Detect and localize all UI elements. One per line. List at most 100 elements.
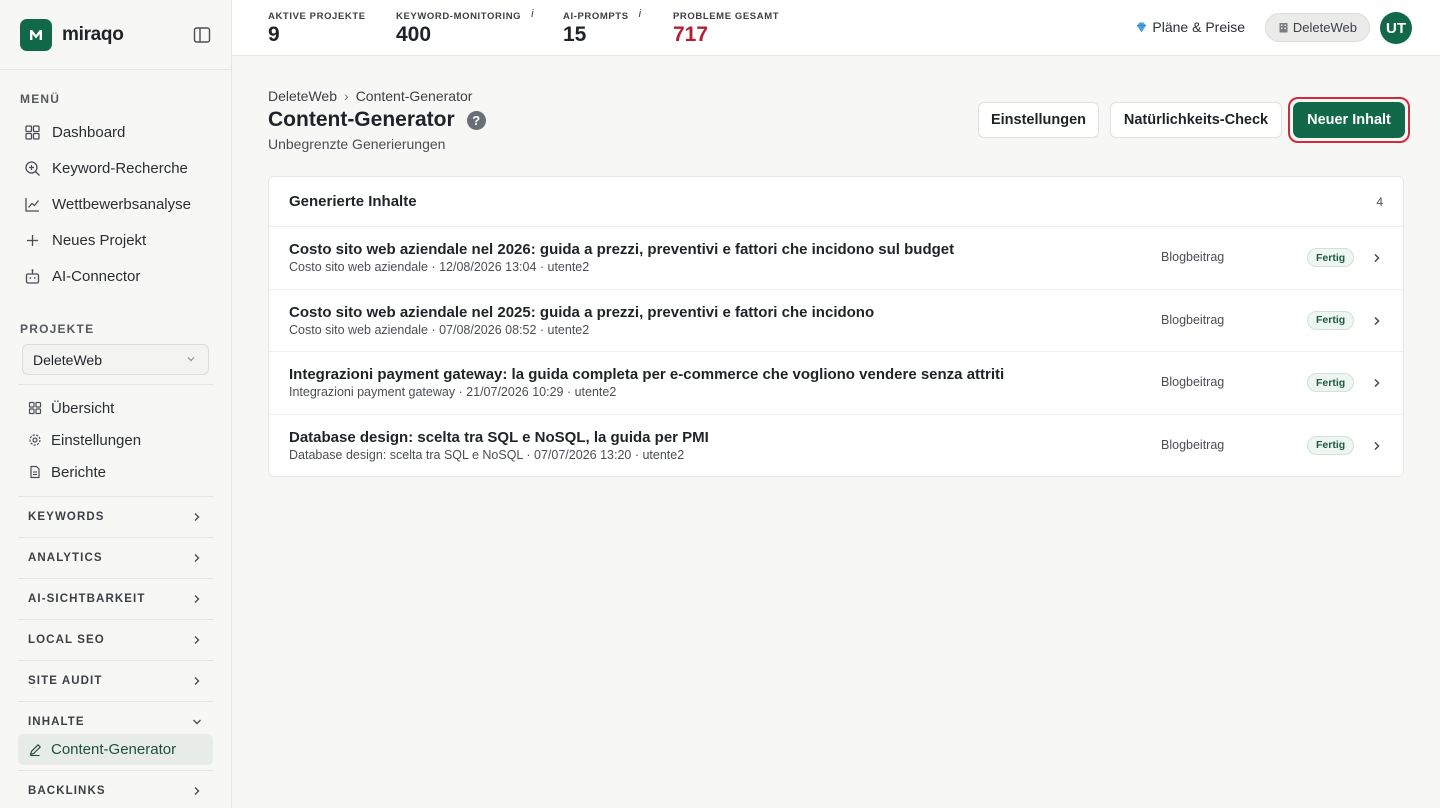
settings-button[interactable]: Einstellungen: [978, 102, 1099, 138]
content-title: Costo sito web aziendale nel 2026: guida…: [289, 241, 955, 258]
sidebar-toggle-icon[interactable]: [193, 26, 211, 44]
chevron-right-icon[interactable]: [1371, 252, 1383, 264]
group-analytics[interactable]: ANALYTICS: [18, 537, 213, 578]
content-meta: Integrazioni payment gateway · 21/07/202…: [289, 385, 617, 399]
grid-icon: [24, 124, 41, 141]
avatar[interactable]: UT: [1380, 12, 1412, 44]
grid-icon: [28, 401, 42, 415]
stat-label-text: PROBLEME GESAMT: [673, 11, 780, 22]
chevron-right-icon: [194, 595, 200, 603]
stat-value: 717: [673, 23, 709, 46]
building-icon: [1279, 23, 1288, 33]
menu-item-label: Wettbewerbsanalyse: [52, 195, 191, 213]
document-icon: [28, 465, 42, 479]
chevron-right-icon[interactable]: [1371, 377, 1383, 389]
group-ai-visibility[interactable]: AI-SICHTBARKEIT: [18, 578, 213, 619]
chevron-right-icon: [194, 513, 200, 521]
group-label: INHALTE: [28, 716, 85, 728]
status-badge: Fertig: [1307, 435, 1355, 455]
stat-label-text: KEYWORD-MONITORING: [396, 11, 522, 22]
content-meta: Costo sito web aziendale · 12/08/2026 13…: [289, 260, 590, 274]
sidebar-item-content-generator[interactable]: Content-Generator: [18, 734, 213, 765]
group-label: SITE AUDIT: [28, 675, 103, 687]
content-meta: Costo sito web aziendale · 07/08/2026 08…: [289, 322, 590, 337]
naturalness-check-button[interactable]: Natürlichkeits-Check: [1110, 102, 1282, 138]
chevron-down-icon: [193, 719, 201, 725]
search-plus-icon: [24, 160, 41, 177]
status-badge: Fertig: [1307, 373, 1355, 392]
content-title: Costo sito web aziendale nel 2025: guida…: [289, 303, 875, 321]
breadcrumb: DeleteWeb › Content-Generator: [268, 88, 472, 104]
generated-content-card: Generierte Inhalte 4 Costo sito web azie…: [268, 176, 1404, 477]
content-meta: Database design: scelta tra SQL e NoSQL …: [289, 447, 685, 462]
group-keywords[interactable]: KEYWORDS: [18, 496, 213, 537]
page-title-text: Content-Generator: [268, 108, 455, 131]
menu-item-keyword-research[interactable]: Keyword-Recherche: [14, 150, 217, 186]
menu-item-label: AI-Connector: [52, 267, 141, 285]
main-menu: Dashboard Keyword-Recherche Wettbewerbsa…: [14, 114, 217, 294]
chevron-down-icon: [187, 357, 195, 362]
group-label: KEYWORDS: [28, 511, 105, 523]
gear-icon: [28, 433, 42, 447]
workspace-name: DeleteWeb: [1292, 20, 1357, 35]
chevron-right-icon[interactable]: [1371, 440, 1383, 452]
plans-pricing-link[interactable]: Pläne & Preise: [1135, 19, 1245, 35]
chevron-right-icon[interactable]: [1371, 315, 1383, 327]
item-count: 4: [1376, 195, 1383, 209]
stat-label: PROBLEME GESAMT: [673, 11, 779, 22]
breadcrumb-separator: ›: [344, 88, 349, 104]
project-menu: Übersicht Einstellungen Berichte: [18, 392, 213, 488]
new-content-highlight: Neuer Inhalt: [1288, 97, 1410, 143]
brand-header: miraqo: [0, 0, 231, 70]
menu-item-ai-connector[interactable]: AI-Connector: [14, 258, 217, 294]
chevron-right-icon: [194, 554, 200, 562]
workspace-chip[interactable]: DeleteWeb: [1264, 13, 1370, 42]
chevron-right-icon: [194, 787, 200, 795]
logo[interactable]: [20, 18, 52, 51]
gem-icon: [1137, 22, 1147, 32]
stat-total-issues: PROBLEME GESAMT 717: [673, 11, 779, 47]
info-icon[interactable]: i: [531, 8, 534, 20]
stat-label-text: AI-PROMPTS: [563, 11, 629, 22]
stat-ai-prompts: AI-PROMPTS i 15: [563, 8, 642, 47]
chart-line-icon: [24, 196, 41, 213]
breadcrumb-project-link[interactable]: DeleteWeb: [268, 88, 337, 104]
project-item-settings[interactable]: Einstellungen: [18, 424, 213, 456]
group-label: BACKLINKS: [28, 785, 106, 797]
menu-item-label: Neues Projekt: [52, 231, 147, 249]
content-row[interactable]: Costo sito web aziendale nel 2026: guida…: [269, 227, 1403, 290]
stat-keyword-monitoring: KEYWORD-MONITORING i 400: [396, 8, 534, 47]
project-select-value: DeleteWeb: [33, 351, 103, 368]
content-row[interactable]: Database design: scelta tra SQL e NoSQL,…: [269, 415, 1403, 478]
help-icon[interactable]: ?: [466, 110, 486, 130]
content-row[interactable]: Integrazioni payment gateway: la guida c…: [269, 352, 1403, 415]
robot-icon: [24, 268, 41, 285]
page-subtitle: Unbegrenzte Generierungen: [268, 136, 446, 152]
menu-item-new-project[interactable]: Neues Projekt: [14, 222, 217, 258]
card-header: Generierte Inhalte 4: [269, 177, 1403, 227]
project-item-overview[interactable]: Übersicht: [18, 392, 213, 424]
stat-value: 400: [396, 23, 432, 46]
status-badge: Fertig: [1307, 310, 1355, 330]
topbar: AKTIVE PROJEKTE 9 KEYWORD-MONITORING i 40…: [232, 0, 1440, 56]
content-title: Database design: scelta tra SQL e NoSQL,…: [289, 428, 709, 446]
menu-item-competitor-analysis[interactable]: Wettbewerbsanalyse: [14, 186, 217, 222]
page-title: Content-Generator ?: [268, 108, 486, 132]
group-site-audit[interactable]: SITE AUDIT: [18, 660, 213, 701]
chevron-right-icon: [194, 677, 200, 685]
content-type: Blogbeitrag: [1161, 312, 1225, 327]
breadcrumb-current: Content-Generator: [355, 88, 473, 104]
project-select[interactable]: DeleteWeb: [22, 344, 209, 375]
menu-section-label: MENÜ: [20, 92, 61, 106]
stat-label-text: AKTIVE PROJEKTE: [268, 11, 366, 22]
project-item-reports[interactable]: Berichte: [18, 456, 213, 488]
sidebar: miraqo MENÜ Dashboard Keyword-Recherche …: [0, 0, 232, 808]
group-local-seo[interactable]: LOCAL SEO: [18, 619, 213, 660]
group-backlinks[interactable]: BACKLINKS: [18, 770, 213, 808]
content-row[interactable]: Costo sito web aziendale nel 2025: guida…: [269, 290, 1403, 352]
new-content-button[interactable]: Neuer Inhalt: [1293, 102, 1405, 138]
brand-name: miraqo: [62, 23, 124, 45]
content-title: Integrazioni payment gateway: la guida c…: [289, 366, 1005, 383]
info-icon[interactable]: i: [639, 8, 642, 20]
menu-item-dashboard[interactable]: Dashboard: [14, 114, 217, 150]
